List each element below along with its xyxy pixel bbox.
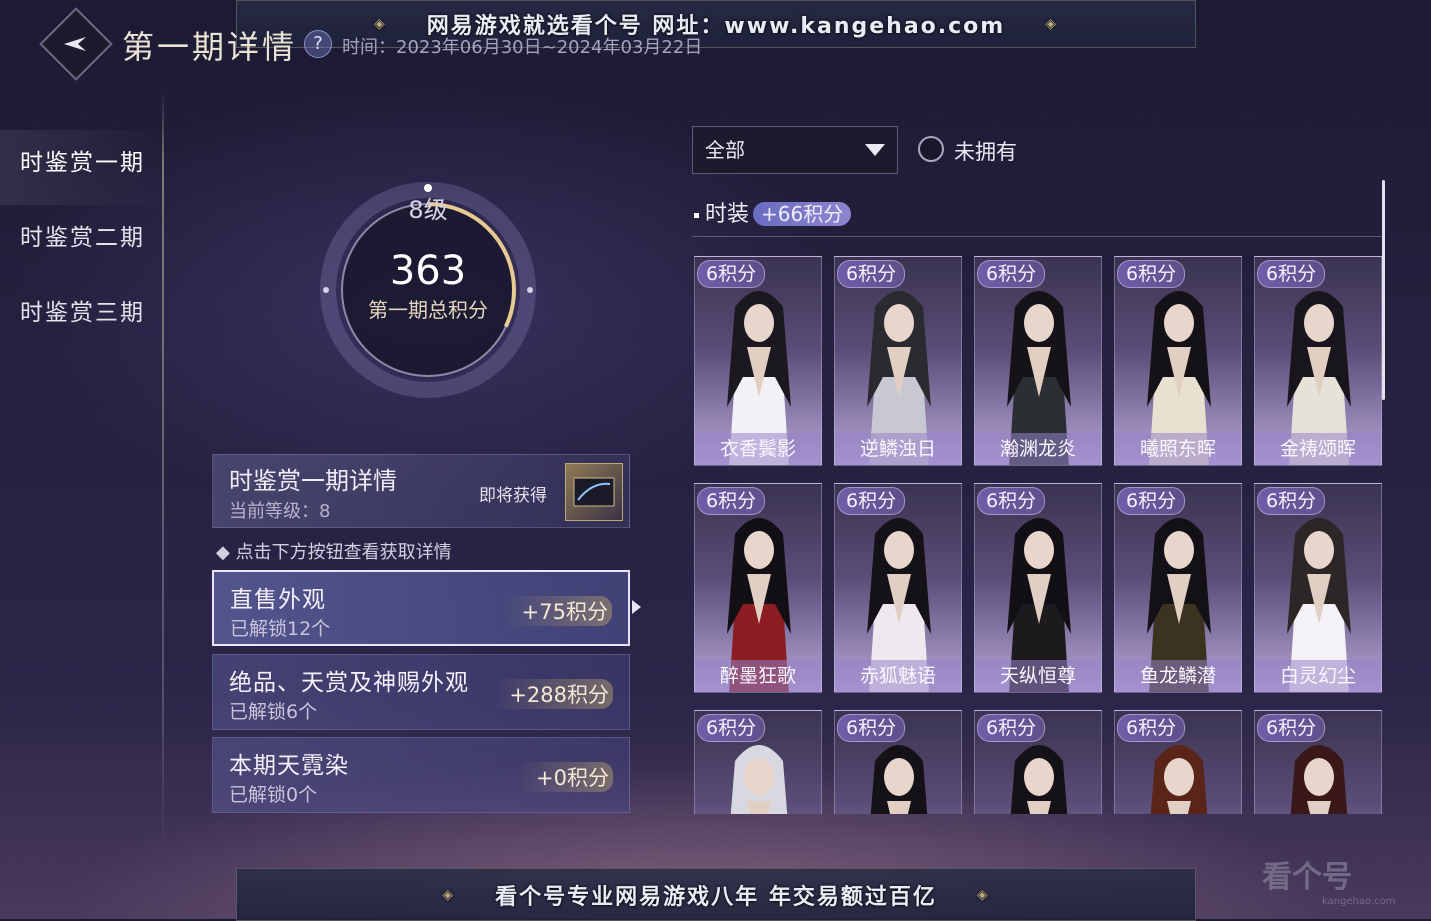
category-title: 本期天霓染 bbox=[229, 753, 349, 779]
section-label: 时装 bbox=[705, 202, 750, 227]
date-range: 时间：2023年06月30日~2024年03月22日 bbox=[342, 37, 703, 58]
back-arrow-icon bbox=[64, 37, 86, 51]
outfit-card[interactable]: 6积分 bbox=[1114, 710, 1242, 814]
section-divider bbox=[692, 236, 1382, 237]
outfit-card[interactable]: 6积分曦照东晖 bbox=[1114, 256, 1242, 466]
sidebar-item-period-3[interactable]: 时鉴赏三期 bbox=[0, 280, 170, 355]
outfit-name: 白灵幻尘 bbox=[1255, 660, 1381, 692]
active-pointer-icon bbox=[632, 600, 641, 614]
outfit-name: 鱼龙鳞潜 bbox=[1115, 660, 1241, 692]
outfit-card[interactable]: 6积分天纵恒尊 bbox=[974, 483, 1102, 693]
points-badge: 6积分 bbox=[697, 487, 766, 515]
sidebar-item-period-1[interactable]: 时鉴赏一期 bbox=[0, 130, 170, 205]
points-badge: 6积分 bbox=[977, 714, 1046, 742]
bottom-banner-text: 看个号专业网易游戏八年 年交易额过百亿 bbox=[495, 884, 937, 910]
points-badge: 6积分 bbox=[837, 487, 906, 515]
outfit-card[interactable]: 6积分醉墨狂歌 bbox=[694, 483, 822, 693]
points-badge: 6积分 bbox=[977, 260, 1046, 288]
outfit-card[interactable]: 6积分衣香鬓影 bbox=[694, 256, 822, 466]
level-label: 8级 bbox=[408, 196, 448, 224]
category-points: +75积分 bbox=[503, 596, 612, 626]
outfit-name: 醉墨狂歌 bbox=[695, 660, 821, 692]
score-ring: 8级 363 第一期总积分 bbox=[318, 180, 538, 400]
points-badge: 6积分 bbox=[1257, 260, 1326, 288]
category-dye[interactable]: 本期天霓染 已解锁0个 +0积分 bbox=[212, 737, 630, 813]
outfit-name: 天纵恒尊 bbox=[975, 660, 1101, 692]
watermark-sub: kangehao.com bbox=[1322, 896, 1396, 907]
points-badge: 6积分 bbox=[837, 260, 906, 288]
hint-label: 点击下方按钮查看获取详情 bbox=[235, 542, 452, 563]
watermark-text: 看个号 bbox=[1262, 860, 1352, 895]
points-badge: 6积分 bbox=[1117, 487, 1186, 515]
bullet-icon bbox=[694, 212, 699, 218]
back-button[interactable] bbox=[39, 7, 113, 81]
ornament-icon: ◈ bbox=[1045, 16, 1058, 32]
points-badge: 6积分 bbox=[697, 714, 766, 742]
category-title: 绝品、天赏及神赐外观 bbox=[229, 670, 469, 696]
section-points: +66积分 bbox=[753, 202, 852, 226]
category-title: 直售外观 bbox=[230, 587, 326, 613]
points-badge: 6积分 bbox=[1117, 714, 1186, 742]
outfit-name: 衣香鬓影 bbox=[695, 433, 821, 465]
points-badge: 6积分 bbox=[1257, 487, 1326, 515]
period-detail-card[interactable]: 时鉴赏一期详情 当前等级：8 即将获得 bbox=[212, 454, 630, 528]
outfit-card[interactable]: 6积分瀚渊龙炎 bbox=[974, 256, 1102, 466]
category-unlocked: 已解锁12个 bbox=[230, 618, 331, 640]
outfit-name: 曦照东晖 bbox=[1115, 433, 1241, 465]
points-badge: 6积分 bbox=[1257, 714, 1326, 742]
detail-title: 时鉴赏一期详情 bbox=[229, 467, 397, 495]
outfit-grid: 6积分 衣香鬓影 6积分 逆鳞浊日 6积分 瀚渊龙炎 6积分 曦照东晖 6积分 金祷颂晖 6积分 醉墨… bbox=[694, 256, 1384, 814]
total-score: 363 bbox=[389, 248, 467, 294]
points-badge: 6积分 bbox=[1117, 260, 1186, 288]
chevron-down-icon bbox=[865, 144, 885, 156]
category-points: +0积分 bbox=[518, 762, 613, 792]
total-score-label: 第一期总积分 bbox=[368, 298, 488, 322]
filter-dropdown[interactable]: 全部 bbox=[692, 126, 898, 174]
category-direct-sale[interactable]: 直售外观 已解锁12个 +75积分 bbox=[212, 570, 630, 646]
sidebar: 时鉴赏一期 时鉴赏二期 时鉴赏三期 bbox=[0, 130, 170, 355]
outfit-card[interactable]: 6积分 bbox=[974, 710, 1102, 814]
site-watermark: 看个号 kangehao.com bbox=[1262, 852, 1396, 907]
category-unlocked: 已解锁6个 bbox=[229, 701, 318, 723]
points-badge: 6积分 bbox=[837, 714, 906, 742]
bottom-watermark-banner: ◈ 看个号专业网易游戏八年 年交易额过百亿 ◈ bbox=[236, 868, 1196, 921]
unowned-label[interactable]: 未拥有 bbox=[954, 136, 1017, 166]
outfit-card[interactable]: 6积分赤狐魅语 bbox=[834, 483, 962, 693]
outfit-name: 逆鳞浊日 bbox=[835, 433, 961, 465]
category-premium[interactable]: 绝品、天赏及神赐外观 已解锁6个 +288积分 bbox=[212, 654, 630, 730]
outfit-card[interactable]: 6积分逆鳞浊日 bbox=[834, 256, 962, 466]
outfit-card[interactable]: 6积分 bbox=[834, 710, 962, 814]
sidebar-item-period-2[interactable]: 时鉴赏二期 bbox=[0, 205, 170, 280]
outfit-name: 瀚渊龙炎 bbox=[975, 433, 1101, 465]
outfit-card[interactable]: 6积分 bbox=[1254, 710, 1382, 814]
outfit-card[interactable]: 6积分 bbox=[694, 710, 822, 814]
outfit-card[interactable]: 6积分金祷颂晖 bbox=[1254, 256, 1382, 466]
hint-text: ◆ 点击下方按钮查看获取详情 bbox=[216, 542, 452, 563]
section-heading: 时装 +66积分 bbox=[694, 196, 852, 228]
page-title: 第一期详情 bbox=[122, 28, 298, 66]
ornament-icon: ◈ bbox=[373, 16, 387, 32]
outfit-name: 赤狐魅语 bbox=[835, 660, 961, 692]
points-badge: 6积分 bbox=[697, 260, 766, 288]
points-badge: 6积分 bbox=[977, 487, 1046, 515]
unowned-radio[interactable] bbox=[918, 136, 944, 162]
reward-item-icon bbox=[573, 477, 615, 507]
ornament-icon: ◈ bbox=[442, 886, 456, 903]
filter-selected: 全部 bbox=[705, 138, 745, 162]
outfit-card[interactable]: 6积分鱼龙鳞潜 bbox=[1114, 483, 1242, 693]
current-level: 当前等级：8 bbox=[229, 501, 331, 522]
category-unlocked: 已解锁0个 bbox=[229, 784, 318, 806]
category-points: +288积分 bbox=[491, 679, 613, 709]
reward-thumbnail[interactable] bbox=[565, 463, 623, 521]
ornament-icon: ◈ bbox=[976, 886, 990, 903]
outfit-name: 金祷颂晖 bbox=[1255, 433, 1381, 465]
coming-reward-label: 即将获得 bbox=[479, 486, 547, 506]
outfit-card[interactable]: 6积分白灵幻尘 bbox=[1254, 483, 1382, 693]
help-icon[interactable]: ? bbox=[304, 30, 332, 58]
